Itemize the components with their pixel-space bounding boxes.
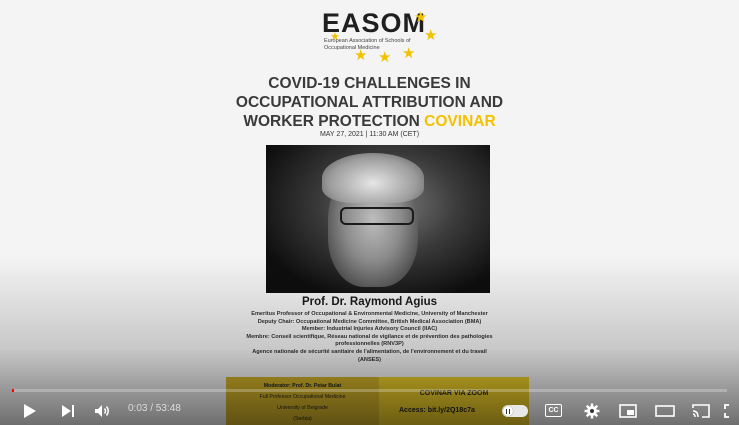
- star-icon: ★: [414, 9, 428, 26]
- next-button[interactable]: [58, 399, 78, 423]
- video-player[interactable]: EASOM European Association of Schools of…: [0, 0, 739, 425]
- next-icon: [62, 405, 74, 417]
- bio-line: (ANSES): [358, 356, 381, 363]
- bio-line: Membre: Conseil scientifique, Réseau nat…: [246, 333, 493, 340]
- cc-icon[interactable]: CC: [545, 404, 562, 417]
- settings-button[interactable]: [582, 399, 602, 423]
- bio-line: professionnelles (RNV3P): [335, 341, 404, 348]
- autoplay-knob: [503, 406, 513, 416]
- title-line: OCCUPATIONAL ATTRIBUTION AND: [235, 94, 504, 111]
- control-bar: 0:03 / 53:48 CC: [0, 399, 739, 423]
- bio-line: Agence nationale de sécurité sanitaire d…: [252, 348, 487, 355]
- progress-bar[interactable]: [12, 389, 727, 392]
- star-icon: ★: [330, 31, 340, 43]
- bio-line: Emeritus Professor of Occupational & Env…: [251, 311, 488, 317]
- title-line: WORKER PROTECTION COVINAR: [200, 112, 539, 131]
- video-frame: EASOM European Association of Schools of…: [0, 0, 739, 425]
- star-icon: ★: [402, 45, 416, 62]
- pause-icon: [506, 408, 510, 414]
- autoplay-toggle[interactable]: [502, 405, 528, 417]
- bio-line: Deputy Chair: Occupational Medicine Comm…: [257, 318, 482, 325]
- cast-button[interactable]: [690, 399, 712, 423]
- miniplayer-icon: [619, 404, 637, 418]
- speaker-hair: [322, 153, 424, 203]
- star-icon: ★: [378, 49, 392, 66]
- star-icon: ★: [424, 27, 438, 44]
- miniplayer-button[interactable]: [617, 399, 639, 423]
- volume-icon: [95, 405, 109, 417]
- easom-logo: EASOM European Association of Schools of…: [322, 8, 442, 68]
- event-title: COVID-19 CHALLENGES IN OCCUPATIONAL ATTR…: [200, 74, 539, 131]
- title-line: COVID-19 CHALLENGES IN: [268, 75, 471, 92]
- event-date: MAY 27, 2021 | 11:30 AM (CET): [319, 131, 420, 138]
- bio-line: Member: Industrial Injuries Advisory Cou…: [301, 326, 438, 333]
- time-display: 0:03 / 53:48: [128, 403, 181, 414]
- speaker-glasses: [340, 207, 414, 225]
- volume-button[interactable]: [92, 399, 114, 423]
- title-accent: COVINAR: [424, 113, 496, 130]
- fullscreen-button[interactable]: [724, 399, 739, 423]
- speaker-name: Prof. Dr. Raymond Agius: [301, 296, 438, 308]
- settings-icon: [584, 403, 600, 419]
- theater-icon: [655, 405, 675, 417]
- play-button[interactable]: [20, 399, 40, 423]
- title-line-main: WORKER PROTECTION: [243, 113, 425, 130]
- speaker-photo: [266, 145, 490, 293]
- theater-mode-button[interactable]: [654, 399, 676, 423]
- star-icon: ★: [354, 47, 368, 64]
- progress-played: [12, 389, 14, 392]
- cast-icon: [692, 404, 710, 418]
- play-icon: [24, 404, 36, 418]
- fullscreen-icon: [724, 404, 729, 418]
- speaker-bio: Emeritus Professor of Occupational & Env…: [225, 311, 514, 364]
